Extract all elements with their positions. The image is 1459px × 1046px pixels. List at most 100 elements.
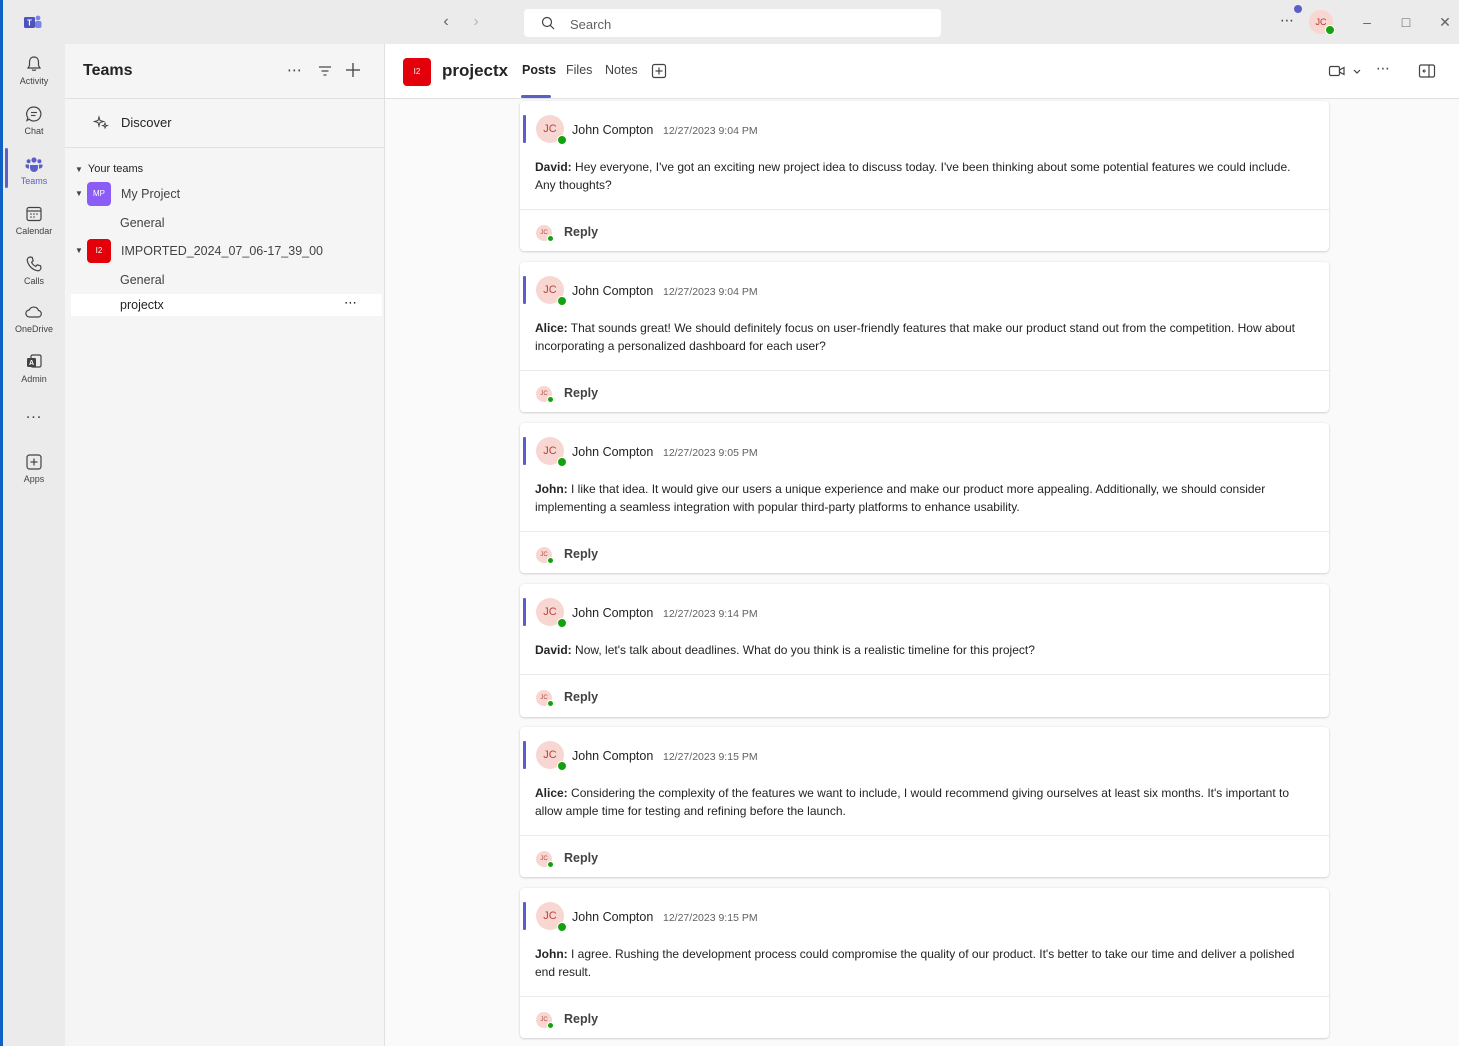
add-apps-icon [26,454,42,470]
tab-files[interactable]: Files [566,63,592,77]
avatar-initials: JC [543,445,557,457]
team-imported[interactable]: ▼ I2 IMPORTED_2024_07_06-17_39_00 [75,239,375,263]
rail-item-calls[interactable]: Calls [3,248,65,296]
rail-item-chat[interactable]: Chat [3,98,65,146]
divider [520,370,1329,371]
post-author[interactable]: John Compton [572,606,653,620]
channel-more-options-icon[interactable]: ⋯ [1376,60,1394,78]
channel-general[interactable]: General [71,212,382,234]
open-side-panel-icon[interactable] [1418,62,1436,80]
forward-arrow-icon[interactable]: › [466,12,486,32]
tab-notes[interactable]: Notes [605,63,638,77]
post-card: JC John Compton 12/27/2023 9:04 PM David… [520,101,1329,251]
reply-avatar: JC [536,1012,554,1029]
speaker-name: Alice: [535,321,568,335]
post-message: John: I agree. Rushing the development p… [535,945,1311,981]
post-author[interactable]: John Compton [572,123,653,137]
reply-label: Reply [564,1012,599,1026]
divider [520,209,1329,210]
tab-posts[interactable]: Posts [522,63,556,77]
filter-icon[interactable] [314,60,336,82]
close-icon[interactable]: ✕ [1435,12,1455,32]
rail-item-label: Chat [24,126,44,136]
author-avatar[interactable]: JC [536,276,567,306]
search-input[interactable] [568,13,932,35]
reply-label: Reply [564,547,599,561]
admin-icon: A [27,354,42,368]
reply-button[interactable]: JC Reply [536,687,656,709]
teams-more-options-icon[interactable]: ⋯ [284,60,306,82]
teams-window: T ‹ › ⋯ JC – □ ✕ Activity [3,0,1459,1046]
post-message: John: I like that idea. It would give ou… [535,480,1311,516]
author-avatar[interactable]: JC [536,437,567,467]
post-author[interactable]: John Compton [572,910,653,924]
rail-item-onedrive[interactable]: OneDrive [3,296,65,344]
presence-available-icon [557,457,567,467]
reply-label: Reply [564,225,599,239]
presence-available-icon [547,557,554,564]
add-tab-icon[interactable] [650,62,668,80]
rail-item-activity[interactable]: Activity [3,48,65,96]
author-avatar[interactable]: JC [536,902,567,932]
reply-button[interactable]: JC Reply [536,544,656,566]
rail-item-admin[interactable]: A Admin [3,346,65,394]
post-author[interactable]: John Compton [572,749,653,763]
rail-item-apps[interactable]: Apps [3,446,65,494]
teams-pane-title: Teams [83,62,133,79]
more-apps-icon: ... [25,405,43,422]
message-text: Hey everyone, I've got an exciting new p… [535,160,1291,192]
caret-down-icon: ▼ [75,165,83,174]
channel-label: General [120,273,165,287]
team-avatar: MP [87,182,111,206]
presence-available-icon [557,761,567,771]
create-team-icon[interactable] [342,59,364,81]
video-call-icon[interactable] [1328,62,1346,80]
channel-more-options-icon[interactable]: ⋯ [344,295,358,311]
reply-avatar: JC [536,225,554,242]
post-message: Alice: Considering the complexity of the… [535,784,1311,820]
post-timestamp: 12/27/2023 9:14 PM [663,608,758,620]
author-avatar[interactable]: JC [536,115,567,145]
rail-more-apps[interactable]: ... [3,402,65,426]
divider [520,835,1329,836]
message-text: Considering the complexity of the featur… [535,786,1289,818]
post-timestamp: 12/27/2023 9:05 PM [663,447,758,459]
your-teams-header[interactable]: ▼ Your teams [75,163,143,175]
caret-down-icon: ▼ [75,246,83,255]
discover-label: Discover [121,115,172,130]
chevron-down-icon[interactable] [1351,62,1363,80]
rail-item-label: Apps [23,474,45,484]
divider [520,531,1329,532]
presence-available-icon [547,396,554,403]
search-box[interactable] [524,9,941,37]
author-avatar[interactable]: JC [536,598,567,628]
reply-button[interactable]: JC Reply [536,222,656,244]
channel-label: General [120,216,165,230]
reply-button[interactable]: JC Reply [536,1009,656,1031]
post-timestamp: 12/27/2023 9:15 PM [663,912,758,924]
maximize-icon[interactable]: □ [1396,12,1416,32]
channel-projectx[interactable]: projectx ⋯ [71,294,382,316]
post-accent-bar [523,437,526,465]
minimize-icon[interactable]: – [1357,12,1377,32]
channel-main: I2 projectx Posts Files Notes ⋯ JC John … [385,44,1459,1046]
teams-icon [25,157,43,172]
back-arrow-icon[interactable]: ‹ [436,12,456,32]
reply-button[interactable]: JC Reply [536,383,656,405]
rail-item-teams[interactable]: Teams [3,148,65,196]
user-avatar[interactable]: JC [1309,10,1335,35]
author-avatar[interactable]: JC [536,741,567,771]
rail-item-calendar[interactable]: Calendar [3,198,65,246]
discover-button[interactable]: Discover [85,110,365,134]
channel-general[interactable]: General [71,269,382,291]
team-my-project[interactable]: ▼ MP My Project [75,182,375,206]
message-text: Now, let's talk about deadlines. What do… [571,643,1035,657]
bell-icon [26,56,42,71]
post-author[interactable]: John Compton [572,445,653,459]
reply-label: Reply [564,386,599,400]
reply-button[interactable]: JC Reply [536,848,656,870]
presence-available-icon [547,1022,554,1029]
your-teams-label: Your teams [87,163,144,175]
more-options-icon[interactable]: ⋯ [1280,12,1295,29]
post-author[interactable]: John Compton [572,284,653,298]
